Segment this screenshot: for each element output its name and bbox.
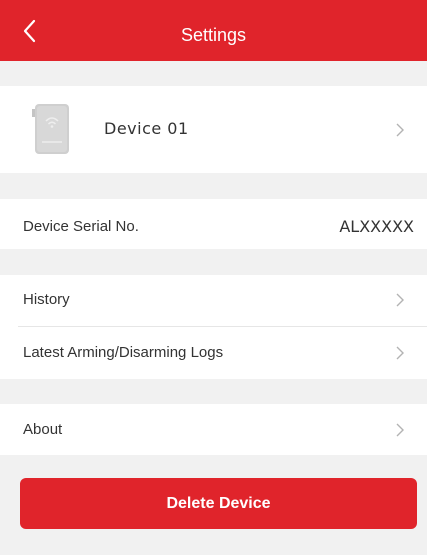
app-header: Settings [0, 0, 427, 61]
chevron-right-icon [396, 423, 404, 437]
about-item[interactable]: About [0, 404, 427, 455]
chevron-right-icon [396, 123, 404, 137]
serial-number-row: Device Serial No. ALXXXXX [0, 199, 427, 249]
arming-logs-label: Latest Arming/Disarming Logs [23, 344, 224, 361]
serial-value: ALXXXXX [339, 217, 414, 236]
serial-label: Device Serial No. [23, 218, 139, 235]
arming-logs-item[interactable]: Latest Arming/Disarming Logs [0, 327, 427, 379]
page-title: Settings [180, 25, 247, 45]
records-group: History Latest Arming/Disarming Logs [0, 275, 427, 379]
delete-device-button[interactable]: Delete Device [20, 478, 417, 529]
device-image [32, 104, 69, 154]
chevron-right-icon [396, 346, 404, 360]
history-item[interactable]: History [0, 275, 427, 325]
about-label: About [23, 421, 63, 438]
history-label: History [23, 291, 70, 308]
chevron-right-icon [396, 293, 404, 307]
device-item[interactable]: Device 01 [0, 86, 427, 173]
settings-screen: Settings Device 01 Device Serial No. ALX… [0, 0, 427, 555]
device-name: Device 01 [104, 119, 189, 138]
